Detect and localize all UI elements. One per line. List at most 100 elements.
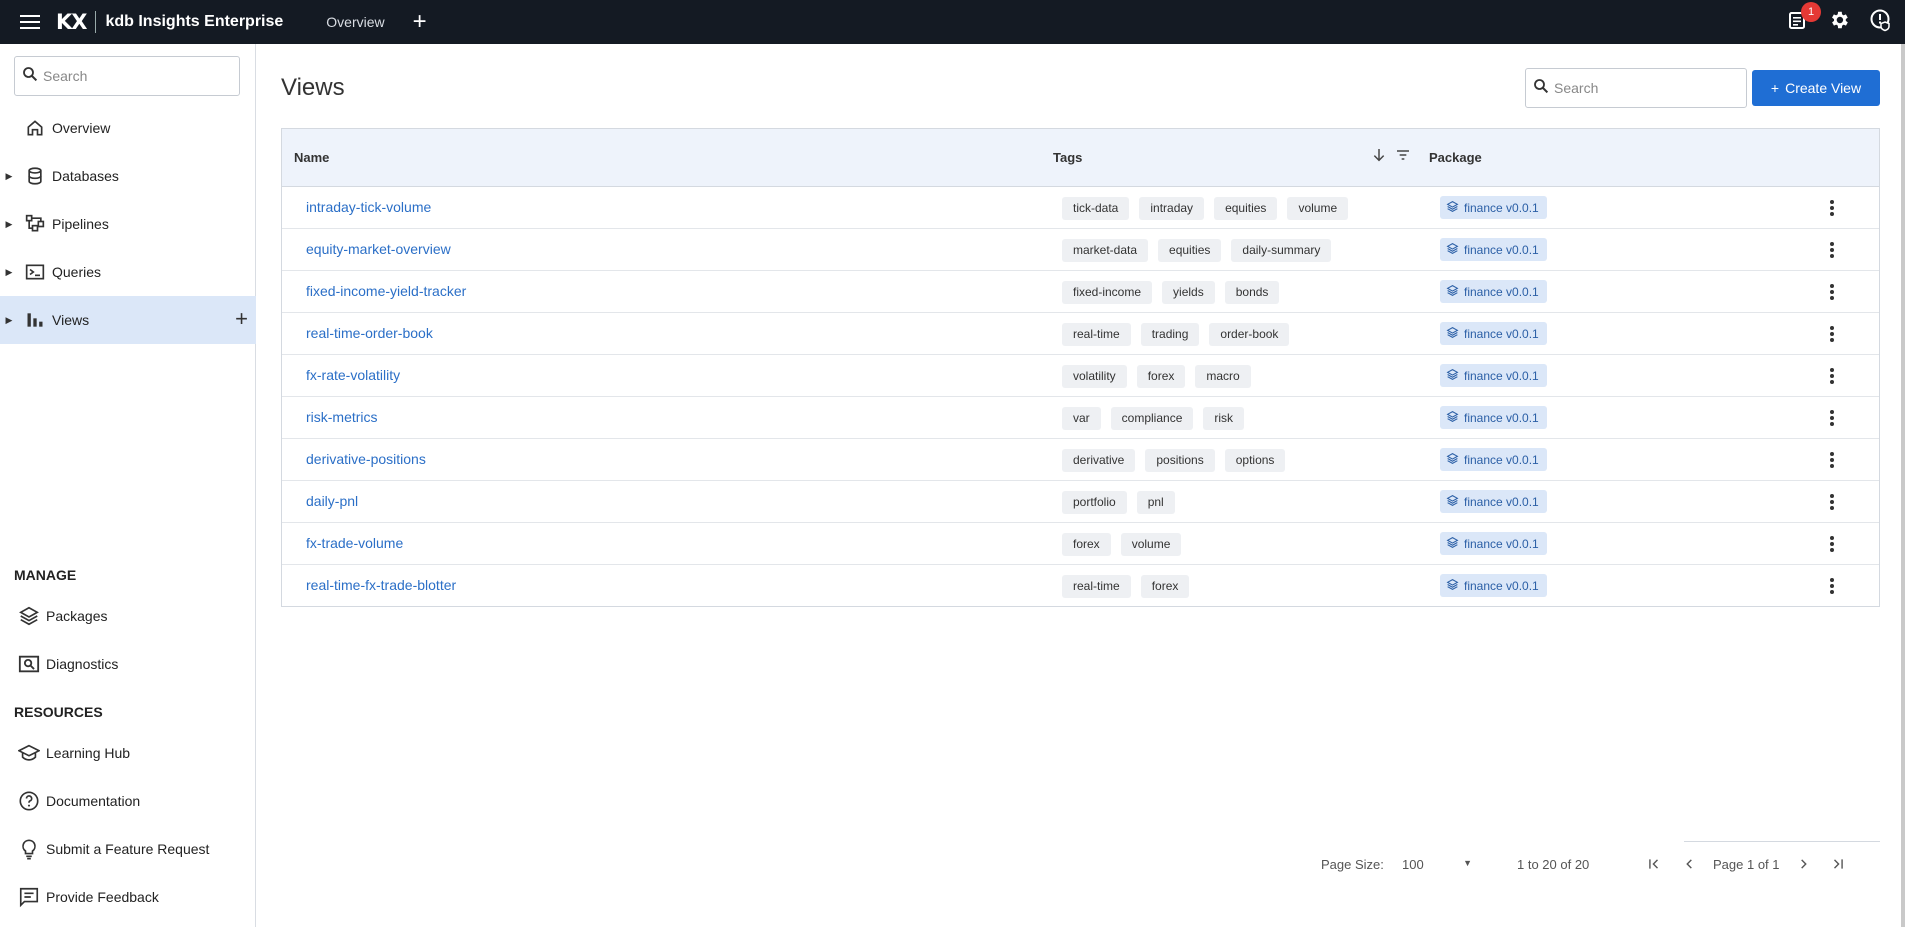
package-chip[interactable]: finance v0.0.1 [1440,196,1547,219]
sort-arrow-down-icon[interactable] [1371,147,1387,166]
tag-chip: volatility [1062,365,1127,388]
tag-chip: order-book [1209,323,1290,346]
package-chip[interactable]: finance v0.0.1 [1440,406,1547,429]
sidebar-item-queries[interactable]: ▶ Queries [0,248,256,296]
sidebar-item-feature-request[interactable]: Submit a Feature Request [18,829,209,869]
tag-chip: equities [1214,197,1278,220]
views-search[interactable] [1525,68,1747,108]
tag-chip: volume [1287,197,1349,220]
column-header-tags[interactable]: Tags [1053,150,1082,165]
table-row[interactable]: equity-market-overview market-data equitie… [282,229,1879,271]
notifications-button[interactable]: 1 [1783,2,1821,36]
view-name-link[interactable]: intraday-tick-volume [306,199,431,215]
add-tab-button[interactable]: + [413,0,427,44]
package-label: finance v0.0.1 [1464,242,1539,257]
package-chip[interactable]: finance v0.0.1 [1440,490,1547,513]
first-page-icon[interactable] [1644,854,1664,874]
add-view-button[interactable]: + [235,306,248,332]
table-row[interactable]: risk-metrics var compliance risk finance v0.… [282,397,1879,439]
table-row[interactable]: derivative-positions derivative positions o… [282,439,1879,481]
table-row[interactable]: fx-rate-volatility volatility forex macro fi… [282,355,1879,397]
package-chip[interactable]: finance v0.0.1 [1440,532,1547,555]
pagination-bar: Page Size: 100 ▼ 1 to 20 of 20 Page 1 of… [256,841,1905,884]
tag-chip: forex [1140,575,1190,598]
more-options-icon[interactable] [1820,323,1844,345]
layers-icon [1446,200,1459,216]
sidebar-search[interactable] [14,56,240,96]
sidebar-item-views[interactable]: ▶ Views + [0,296,256,344]
lightbulb-icon [18,838,46,860]
package-chip[interactable]: finance v0.0.1 [1440,364,1547,387]
pager-divider [1684,841,1880,842]
hamburger-menu-icon[interactable] [10,0,50,44]
more-options-icon[interactable] [1820,281,1844,303]
table-row[interactable]: real-time-order-book real-time trading orde… [282,313,1879,355]
previous-page-icon[interactable] [1679,854,1699,874]
bar-chart-icon [18,310,52,330]
column-header-package[interactable]: Package [1429,150,1482,165]
tag-chip: bonds [1224,281,1280,304]
sidebar-item-databases[interactable]: ▶ Databases [0,152,256,200]
plus-icon: + [1770,80,1780,96]
view-name-link[interactable]: real-time-order-book [306,325,433,341]
package-chip[interactable]: finance v0.0.1 [1440,574,1547,597]
package-label: finance v0.0.1 [1464,578,1539,593]
sidebar-item-diagnostics[interactable]: Diagnostics [18,644,118,684]
tab-overview[interactable]: Overview [326,0,384,44]
sidebar-item-overview[interactable]: Overview [0,104,256,152]
next-page-icon[interactable] [1794,854,1814,874]
view-name-link[interactable]: derivative-positions [306,451,426,467]
view-name-link[interactable]: equity-market-overview [306,241,451,257]
tag-chip: real-time [1062,323,1131,346]
expand-caret-icon[interactable]: ▶ [0,171,18,182]
more-options-icon[interactable] [1820,491,1844,513]
table-row[interactable]: fx-trade-volume forex volume finance v0.0.1 [282,523,1879,565]
view-name-link[interactable]: daily-pnl [306,493,358,509]
view-name-link[interactable]: fx-trade-volume [306,535,403,551]
view-name-link[interactable]: risk-metrics [306,409,378,425]
more-options-icon[interactable] [1820,239,1844,261]
table-row[interactable]: daily-pnl portfolio pnl finance v0.0.1 [282,481,1879,523]
package-chip[interactable]: finance v0.0.1 [1440,322,1547,345]
view-name-link[interactable]: fx-rate-volatility [306,367,400,383]
sidebar: Overview ▶ Databases ▶ Pipelines ▶ Queri… [0,44,256,927]
sidebar-search-input[interactable] [43,68,223,84]
views-search-input[interactable] [1554,80,1734,96]
tag-chip: daily-summary [1231,239,1332,262]
last-page-icon[interactable] [1828,854,1848,874]
package-chip[interactable]: finance v0.0.1 [1440,280,1547,303]
sidebar-item-documentation[interactable]: Documentation [18,781,140,821]
kx-logo[interactable]: KX [56,10,87,34]
page-size-select[interactable]: 100 ▼ [1402,850,1472,878]
expand-caret-icon[interactable]: ▶ [0,315,18,326]
table-row[interactable]: real-time-fx-trade-blotter real-time forex… [282,565,1879,607]
sidebar-item-pipelines[interactable]: ▶ Pipelines [0,200,256,248]
table-body: intraday-tick-volume tick-data intraday equ… [282,187,1879,607]
sidebar-item-learning-hub[interactable]: Learning Hub [18,733,130,773]
package-chip[interactable]: finance v0.0.1 [1440,238,1547,261]
column-header-name[interactable]: Name [294,150,329,165]
more-options-icon[interactable] [1820,407,1844,429]
more-options-icon[interactable] [1820,197,1844,219]
filter-icon[interactable] [1395,147,1411,166]
expand-caret-icon[interactable]: ▶ [0,219,18,230]
account-button[interactable] [1867,8,1895,36]
more-options-icon[interactable] [1820,449,1844,471]
more-options-icon[interactable] [1820,533,1844,555]
sidebar-item-packages[interactable]: Packages [18,596,107,636]
tag-chip: intraday [1139,197,1205,220]
page-size-label: Page Size: [1321,857,1384,872]
tag-chip: tick-data [1062,197,1130,220]
more-options-icon[interactable] [1820,365,1844,387]
settings-button[interactable] [1825,8,1853,36]
expand-caret-icon[interactable]: ▶ [0,267,18,278]
view-name-link[interactable]: fixed-income-yield-tracker [306,283,466,299]
table-row[interactable]: intraday-tick-volume tick-data intraday equ… [282,187,1879,229]
view-name-link[interactable]: real-time-fx-trade-blotter [306,577,456,593]
package-chip[interactable]: finance v0.0.1 [1440,448,1547,471]
more-options-icon[interactable] [1820,575,1844,597]
create-view-button[interactable]: + Create View [1752,70,1880,106]
sidebar-item-label: Pipelines [52,216,109,232]
table-row[interactable]: fixed-income-yield-tracker fixed-income yi… [282,271,1879,313]
sidebar-item-feedback[interactable]: Provide Feedback [18,877,159,917]
